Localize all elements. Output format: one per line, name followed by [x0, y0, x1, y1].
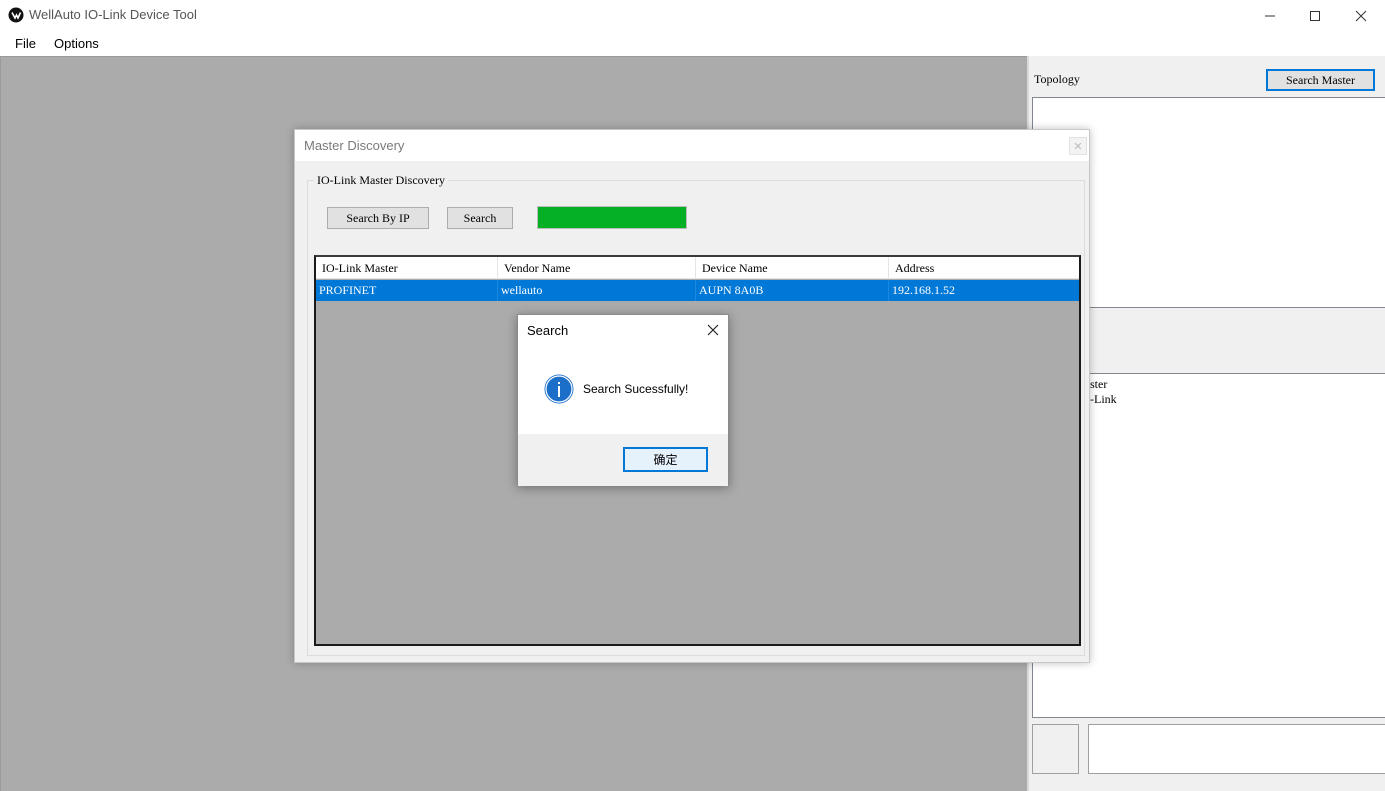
info-icon	[544, 374, 574, 404]
cell-device: AUPN 8A0B	[696, 280, 889, 301]
app-logo-icon	[8, 7, 24, 23]
search-master-button[interactable]: Search Master	[1266, 69, 1375, 91]
close-icon	[1355, 10, 1367, 21]
search-button[interactable]: Search	[447, 207, 513, 229]
minimize-icon	[1265, 15, 1275, 16]
topology-label: Topology	[1034, 72, 1080, 86]
progress-fill	[538, 207, 686, 228]
table-row[interactable]: PROFINET wellauto AUPN 8A0B 192.168.1.52	[316, 280, 1079, 301]
cell-address: 192.168.1.52	[892, 283, 955, 297]
search-by-ip-button[interactable]: Search By IP	[327, 207, 429, 229]
window-title: WellAuto IO-Link Device Tool	[29, 7, 197, 22]
column-header-address[interactable]: Address	[889, 257, 1081, 279]
maximize-button[interactable]	[1292, 0, 1338, 31]
message-box-close-button[interactable]	[704, 321, 722, 339]
status-box-left	[1032, 724, 1079, 774]
tree-item[interactable]: ster	[1090, 377, 1107, 392]
search-message-box: Search Search Sucessfully! 确定	[517, 314, 729, 486]
status-box-right	[1088, 724, 1385, 774]
close-icon: ✕	[1073, 140, 1083, 153]
dialog-close-button[interactable]: ✕	[1069, 137, 1087, 155]
close-button[interactable]	[1338, 0, 1384, 31]
minimize-button[interactable]	[1247, 0, 1293, 31]
dialog-title-bar: Master Discovery ✕	[295, 130, 1089, 161]
search-progress-bar	[537, 206, 687, 229]
ok-button[interactable]: 确定	[623, 447, 708, 472]
message-box-title: Search	[527, 323, 569, 338]
message-text: Search Sucessfully!	[583, 382, 689, 396]
column-header-master[interactable]: IO-Link Master	[316, 257, 498, 279]
cell-vendor: wellauto	[498, 280, 696, 301]
list-header: IO-Link Master Vendor Name Device Name A…	[316, 257, 1079, 279]
title-bar: WellAuto IO-Link Device Tool	[0, 0, 1385, 31]
group-label: IO-Link Master Discovery	[314, 173, 448, 188]
cell-master: PROFINET	[316, 280, 498, 301]
dialog-title: Master Discovery	[304, 138, 405, 153]
maximize-icon	[1310, 10, 1320, 21]
column-header-device[interactable]: Device Name	[696, 257, 889, 279]
menu-bar: File Options	[0, 31, 1385, 56]
menu-options[interactable]: Options	[54, 36, 99, 51]
menu-file[interactable]: File	[15, 36, 36, 51]
message-box-footer: 确定	[518, 434, 728, 486]
tree-item[interactable]: -Link	[1090, 392, 1117, 407]
column-header-vendor[interactable]: Vendor Name	[498, 257, 696, 279]
close-icon	[707, 324, 719, 336]
